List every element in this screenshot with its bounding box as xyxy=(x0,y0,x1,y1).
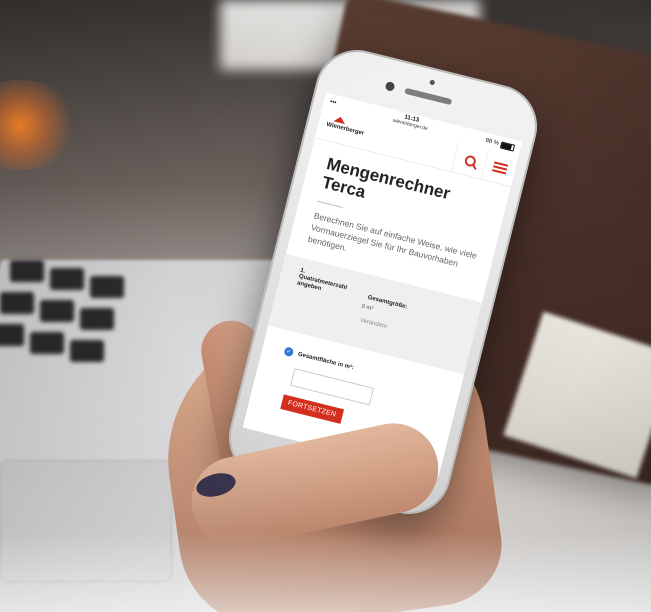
step-total-value: 0 m² xyxy=(360,303,374,313)
laptop-keyboard xyxy=(0,260,170,410)
battery-percent: 88 % xyxy=(484,137,500,147)
logo-text: Wienerberger xyxy=(325,121,365,137)
area-field-label: Gesamtfläche in m²: xyxy=(297,351,355,371)
continue-button[interactable]: FORTSETZEN xyxy=(280,394,344,424)
photo-scene: ▪▪▪ 11:13 wienerberger.de 88 % Wienerber… xyxy=(0,0,651,612)
change-link[interactable]: Verändern xyxy=(359,318,387,331)
search-icon xyxy=(463,153,477,168)
signal-icon: ▪▪▪ xyxy=(329,98,337,107)
battery-icon xyxy=(499,141,516,152)
hamburger-icon xyxy=(492,159,509,176)
bottom-fade xyxy=(0,532,651,612)
phone-sensor xyxy=(429,79,436,86)
phone-camera xyxy=(384,80,396,92)
background-lamp-glow xyxy=(0,80,80,170)
checkmark-icon[interactable]: ✓ xyxy=(283,346,295,358)
phone-speaker xyxy=(404,87,453,106)
